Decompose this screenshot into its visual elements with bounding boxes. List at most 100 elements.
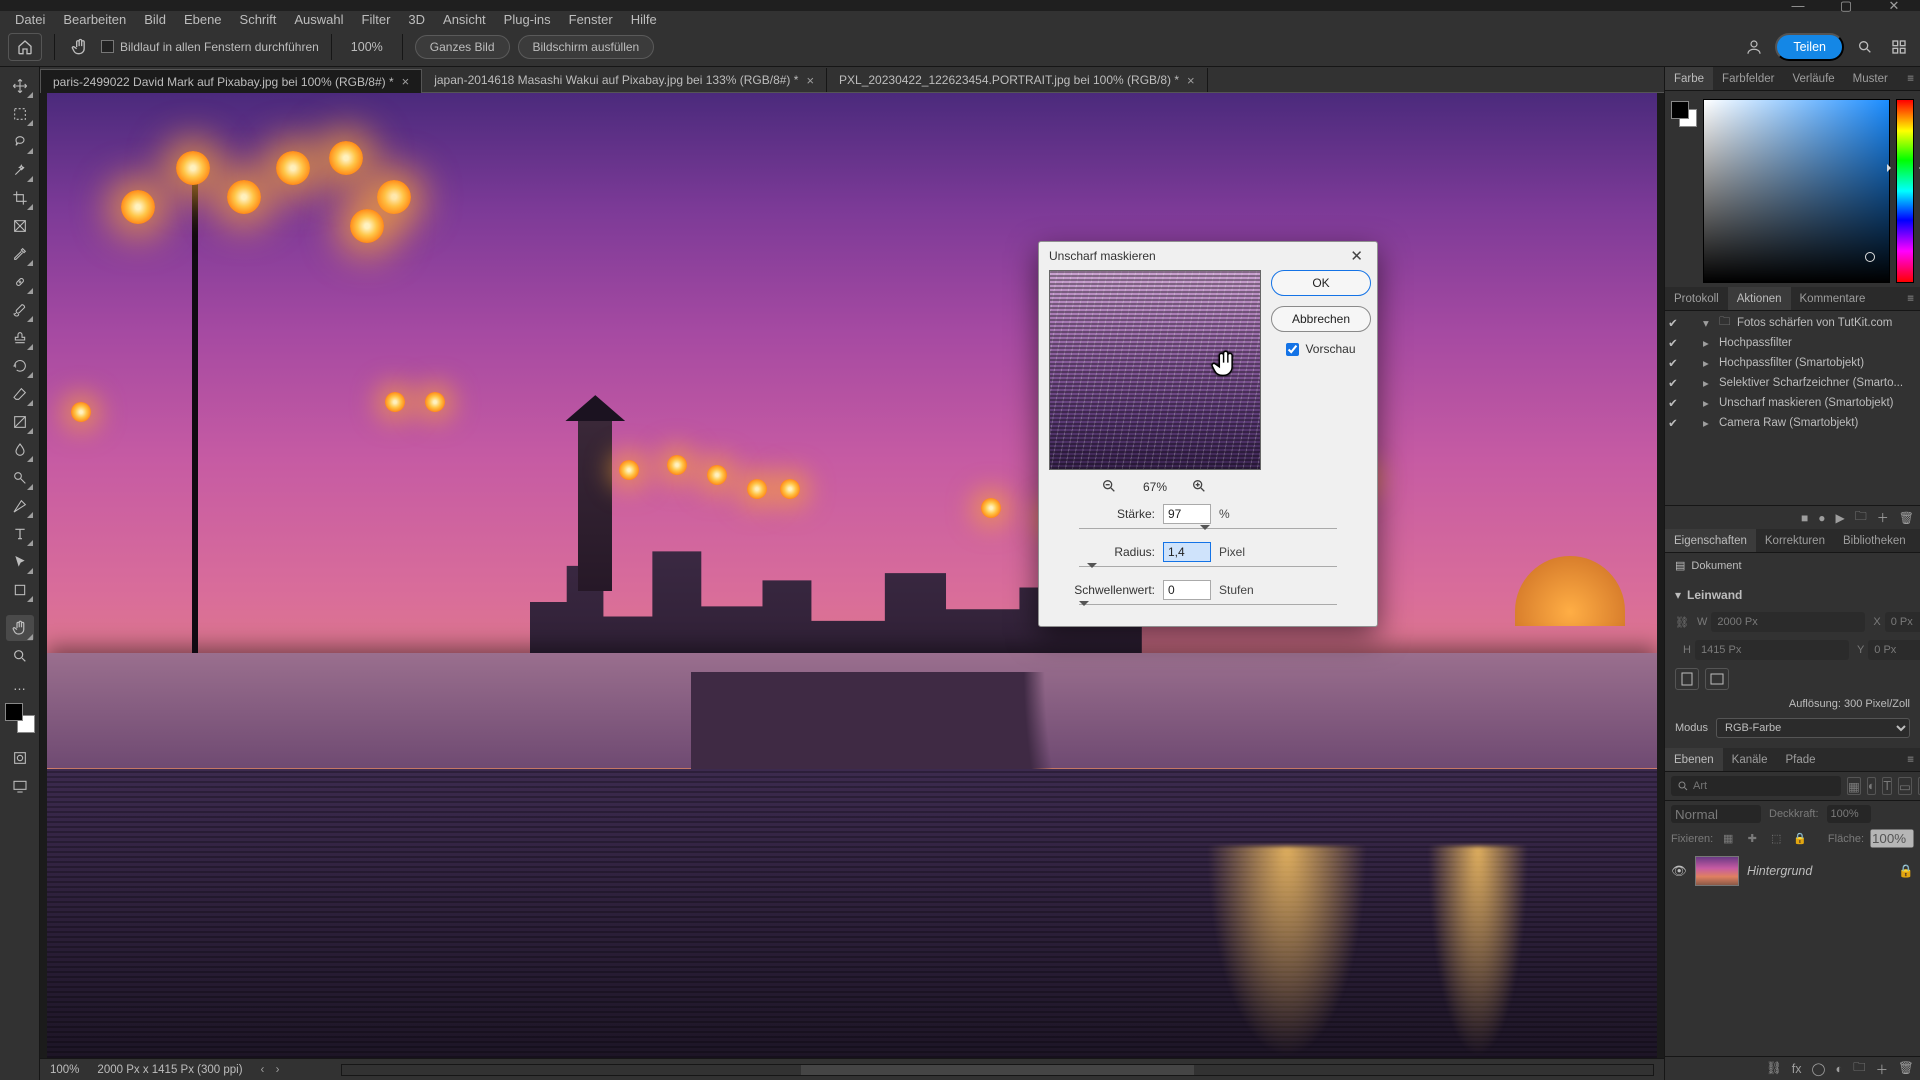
cloud-share-icon[interactable]	[1741, 34, 1767, 60]
path-select-tool[interactable]	[6, 549, 34, 575]
chevron-down-icon[interactable]: ▾	[1675, 588, 1681, 602]
color-mode-select[interactable]: RGB-Farbe	[1716, 718, 1910, 738]
tab-muster[interactable]: Muster	[1844, 67, 1897, 90]
y-input[interactable]	[1868, 640, 1920, 660]
width-input[interactable]	[1711, 612, 1865, 632]
history-brush-tool[interactable]	[6, 353, 34, 379]
shape-tool[interactable]	[6, 577, 34, 603]
edit-toolbar-icon[interactable]: ⋯	[6, 681, 34, 695]
adjustment-layer-icon[interactable]: ◐	[1836, 1062, 1844, 1076]
filter-type-icon[interactable]: T	[1882, 777, 1892, 795]
fill-input[interactable]	[1870, 829, 1914, 848]
dialog-preview[interactable]	[1049, 270, 1261, 470]
amount-slider[interactable]	[1079, 528, 1337, 538]
amount-input[interactable]	[1163, 504, 1211, 524]
gradient-tool[interactable]	[6, 409, 34, 435]
frame-tool[interactable]	[6, 213, 34, 239]
brush-tool[interactable]	[6, 297, 34, 323]
threshold-input[interactable]	[1163, 580, 1211, 600]
tab-bibliotheken[interactable]: Bibliotheken	[1834, 529, 1915, 552]
action-new-icon[interactable]: ＋	[1877, 509, 1889, 526]
action-row[interactable]: ✔▸Unscharf maskieren (Smartobjekt)	[1665, 393, 1920, 413]
document-tab[interactable]: japan-2014618 Masashi Wakui auf Pixabay.…	[422, 68, 827, 92]
close-tab-icon[interactable]: ×	[402, 74, 410, 89]
group-layers-icon[interactable]: 🗀	[1853, 1058, 1866, 1079]
window-minimize[interactable]: —	[1776, 1, 1820, 11]
color-field[interactable]	[1703, 99, 1890, 283]
filter-pixel-icon[interactable]: ▦	[1847, 777, 1861, 795]
lock-position-icon[interactable]: ✚	[1743, 830, 1761, 848]
close-tab-icon[interactable]: ×	[1187, 73, 1195, 88]
panel-menu-icon[interactable]: ≡	[1901, 748, 1920, 771]
lock-artboard-icon[interactable]: ⬚	[1767, 830, 1785, 848]
action-row[interactable]: ✔▸Camera Raw (Smartobjekt)	[1665, 413, 1920, 433]
action-row[interactable]: ✔▸Hochpassfilter (Smartobjekt)	[1665, 353, 1920, 373]
action-visibility-toggle[interactable]: ✔	[1665, 376, 1681, 390]
preview-zoom-out-icon[interactable]	[1101, 478, 1119, 496]
share-button[interactable]: Teilen	[1775, 33, 1844, 61]
heal-tool[interactable]	[6, 269, 34, 295]
menu-fenster[interactable]: Fenster	[560, 12, 622, 27]
layer-visibility-icon[interactable]: 👁	[1671, 864, 1687, 879]
radius-slider[interactable]	[1079, 566, 1337, 576]
action-play-icon[interactable]: ▶	[1836, 511, 1845, 525]
action-visibility-toggle[interactable]: ✔	[1665, 356, 1681, 370]
fill-screen-button[interactable]: Bildschirm ausfüllen	[518, 35, 655, 59]
chevron-right-icon[interactable]: ▸	[1703, 416, 1715, 430]
menu-ansicht[interactable]: Ansicht	[434, 12, 495, 27]
hue-slider[interactable]	[1896, 99, 1914, 283]
home-button[interactable]	[8, 33, 42, 61]
tab-kanaele[interactable]: Kanäle	[1723, 748, 1777, 771]
layer-thumbnail[interactable]	[1695, 856, 1739, 886]
scroll-all-windows-checkbox[interactable]	[101, 40, 114, 53]
orientation-portrait[interactable]	[1675, 668, 1699, 690]
panel-menu-icon[interactable]: ≡	[1901, 67, 1920, 90]
layer-row[interactable]: 👁 Hintergrund 🔒	[1665, 852, 1920, 890]
search-icon[interactable]	[1852, 34, 1878, 60]
dodge-tool[interactable]	[6, 465, 34, 491]
menu-datei[interactable]: Datei	[6, 12, 54, 27]
zoom-tool[interactable]	[6, 643, 34, 669]
action-visibility-toggle[interactable]: ✔	[1665, 336, 1681, 350]
blend-mode-select[interactable]	[1671, 805, 1761, 823]
lock-all-icon[interactable]: 🔒	[1791, 830, 1809, 848]
threshold-slider[interactable]	[1079, 604, 1337, 614]
dialog-close-icon[interactable]: ✕	[1346, 247, 1367, 265]
filter-adjust-icon[interactable]: ◐	[1867, 777, 1877, 795]
status-docinfo[interactable]: 2000 Px x 1415 Px (300 ppi)	[97, 1064, 242, 1076]
eyedropper-tool[interactable]	[6, 241, 34, 267]
canvas[interactable]: Unscharf maskieren ✕ 67%	[40, 93, 1664, 1058]
menu-schrift[interactable]: Schrift	[231, 12, 286, 27]
layer-filter-search[interactable]	[1671, 776, 1841, 796]
pen-tool[interactable]	[6, 493, 34, 519]
x-input[interactable]	[1885, 612, 1920, 632]
zoom-display[interactable]: 100%	[344, 40, 390, 54]
chevron-right-icon[interactable]: ▸	[1703, 336, 1715, 350]
filter-shape-icon[interactable]: ▭	[1898, 777, 1912, 795]
menu-plugins[interactable]: Plug-ins	[495, 12, 560, 27]
panel-menu-icon[interactable]: ≡	[1901, 287, 1920, 310]
action-visibility-toggle[interactable]: ✔	[1665, 416, 1681, 430]
wand-tool[interactable]	[6, 157, 34, 183]
opacity-input[interactable]	[1827, 805, 1871, 823]
layer-fx-icon[interactable]: fx	[1792, 1062, 1802, 1076]
delete-layer-icon[interactable]: 🗑	[1898, 1061, 1914, 1076]
preview-checkbox[interactable]	[1286, 343, 1299, 356]
height-input[interactable]	[1695, 640, 1849, 660]
tab-farbe[interactable]: Farbe	[1665, 67, 1713, 90]
tab-ebenen[interactable]: Ebenen	[1665, 748, 1723, 771]
layer-mask-icon[interactable]: ◯	[1812, 1061, 1826, 1076]
eraser-tool[interactable]	[6, 381, 34, 407]
document-tab[interactable]: paris-2499022 David Mark auf Pixabay.jpg…	[40, 69, 422, 93]
menu-3d[interactable]: 3D	[399, 12, 434, 27]
menu-ebene[interactable]: Ebene	[175, 12, 231, 27]
action-set-row[interactable]: ✔ ▾ 🗀 Fotos schärfen von TutKit.com	[1665, 313, 1920, 333]
status-arrows[interactable]: ‹ ›	[261, 1064, 284, 1076]
radius-input[interactable]	[1163, 542, 1211, 562]
status-zoom[interactable]: 100%	[50, 1064, 79, 1076]
horizontal-scrollbar[interactable]	[341, 1064, 1654, 1076]
action-visibility-toggle[interactable]: ✔	[1665, 316, 1681, 330]
action-row[interactable]: ✔▸Hochpassfilter	[1665, 333, 1920, 353]
chevron-right-icon[interactable]: ▸	[1703, 376, 1715, 390]
action-delete-icon[interactable]: 🗑	[1899, 511, 1914, 525]
